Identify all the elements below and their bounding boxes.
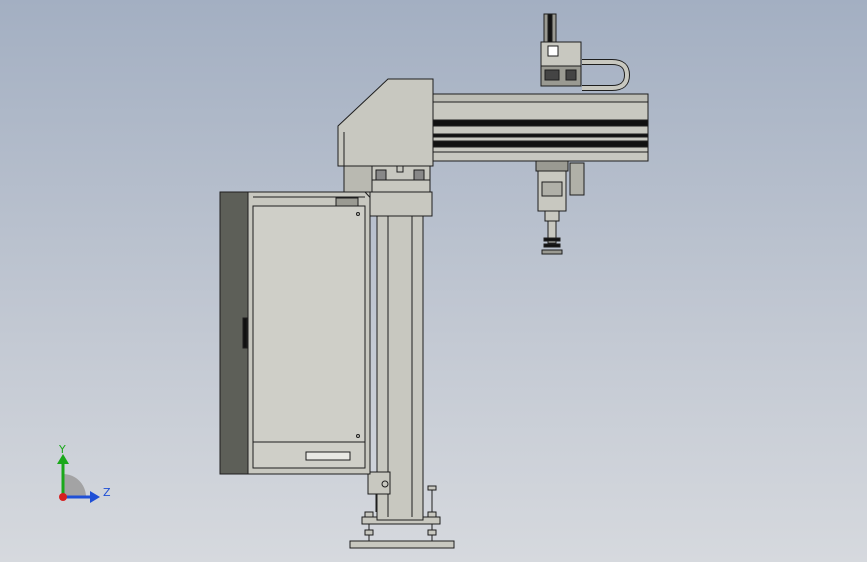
robot-model[interactable] bbox=[0, 0, 867, 562]
arm-housing bbox=[337, 78, 434, 167]
base-plate bbox=[349, 540, 455, 549]
triad-y-label: Y bbox=[59, 443, 66, 456]
electrical-cabinet bbox=[219, 191, 379, 475]
tool-axis bbox=[535, 160, 585, 255]
cad-viewport[interactable]: Y Z bbox=[0, 0, 867, 562]
triad-z-label: Z bbox=[103, 486, 111, 499]
triad-quadrant bbox=[63, 474, 86, 497]
cable-loop bbox=[582, 59, 631, 91]
top-drive-motor bbox=[540, 13, 582, 87]
cabinet-bracket bbox=[367, 471, 391, 495]
axis-triad bbox=[57, 454, 100, 503]
horizontal-arm bbox=[432, 93, 649, 162]
